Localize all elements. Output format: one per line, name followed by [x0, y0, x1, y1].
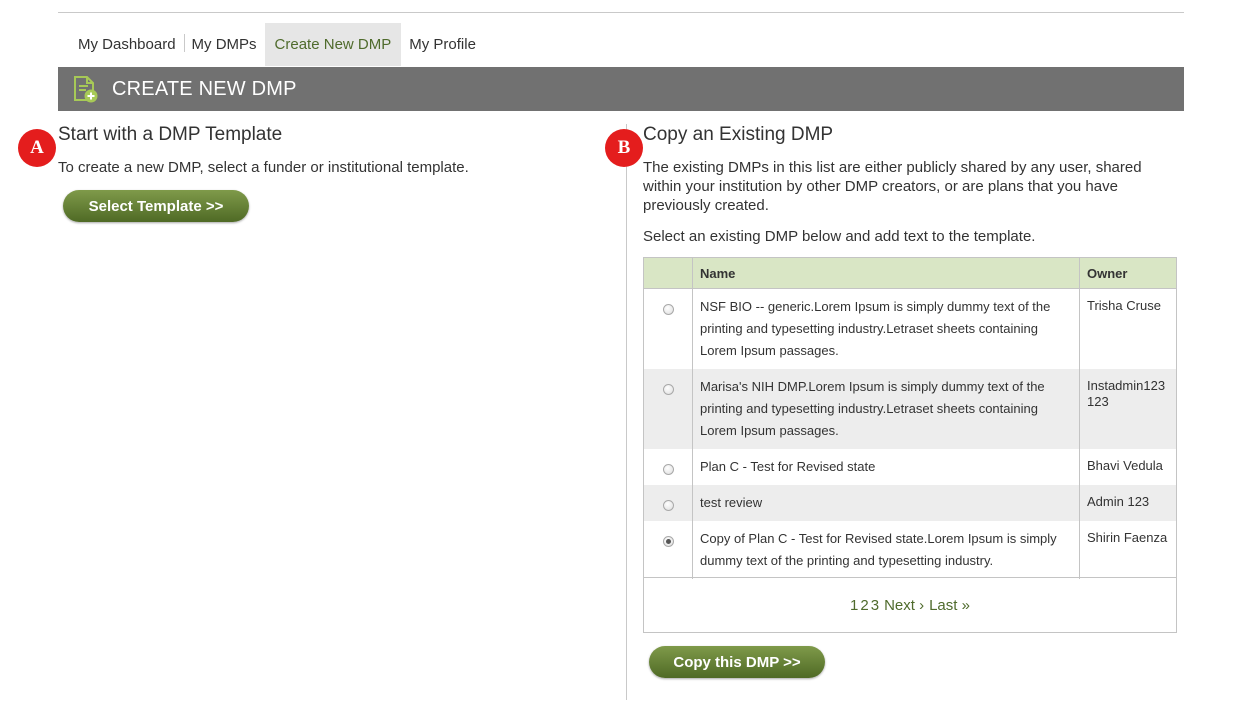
dmp-owner-cell: Trisha Cruse [1079, 288, 1177, 369]
nav-my-dashboard[interactable]: My Dashboard [58, 23, 184, 66]
dmp-name-cell: NSF BIO -- generic.Lorem Ipsum is simply… [692, 288, 1080, 369]
callout-badge-a: A [18, 129, 56, 167]
dmp-name-cell: test review [692, 485, 1080, 521]
page-header-bar: CREATE NEW DMP [58, 67, 1184, 111]
dmp-name-cell: Copy of Plan C - Test for Revised state.… [692, 521, 1080, 579]
row-select-cell [643, 521, 693, 579]
row-radio-button[interactable] [662, 304, 674, 315]
row-select-cell [643, 288, 693, 369]
dmp-name-cell: Plan C - Test for Revised state [692, 449, 1080, 485]
dmp-owner-cell: Shirin Faenza [1079, 521, 1177, 579]
page-link-2[interactable]: 2 [860, 597, 868, 614]
row-radio-button[interactable] [662, 500, 674, 511]
nav-my-profile[interactable]: My Profile [401, 23, 484, 66]
table-row[interactable]: Marisa's NIH DMP.Lorem Ipsum is simply d… [643, 369, 1177, 449]
row-select-cell [643, 369, 693, 449]
name-column-header: Name [692, 257, 1080, 289]
row-select-cell [643, 449, 693, 485]
nav-my-dmps[interactable]: My DMPs [183, 23, 265, 66]
page-title: CREATE NEW DMP [112, 77, 297, 100]
select-template-button[interactable]: Select Template >> [63, 190, 249, 222]
page-link-3[interactable]: 3 [871, 597, 879, 614]
table-header-row: Name Owner [643, 257, 1177, 289]
copy-section-description: The existing DMPs in this list are eithe… [643, 159, 1142, 214]
table-row[interactable]: test review Admin 123 [643, 485, 1177, 521]
pagination: 1 2 3 Next › Last » [643, 577, 1177, 633]
next-page-link[interactable]: Next › [884, 597, 924, 614]
dmp-name-cell: Marisa's NIH DMP.Lorem Ipsum is simply d… [692, 369, 1080, 449]
row-radio-button[interactable] [662, 464, 674, 475]
column-divider [626, 124, 627, 700]
nav-create-new-dmp[interactable]: Create New DMP [264, 23, 402, 66]
template-section-title: Start with a DMP Template [58, 124, 283, 145]
existing-dmp-table: Name Owner NSF BIO -- generic.Lorem Ipsu… [643, 257, 1177, 579]
select-column-header [643, 257, 693, 289]
row-radio-button[interactable] [662, 384, 674, 395]
dmp-owner-cell: Bhavi Vedula [1079, 449, 1177, 485]
copy-section-title: Copy an Existing DMP [643, 124, 834, 145]
dmp-owner-cell: Admin 123 [1079, 485, 1177, 521]
template-section-description: To create a new DMP, select a funder or … [58, 159, 469, 176]
callout-badge-b: B [605, 129, 643, 167]
top-divider [58, 12, 1184, 13]
page-link-1[interactable]: 1 [850, 597, 858, 614]
document-add-icon [74, 76, 98, 103]
copy-section-instruction: Select an existing DMP below and add tex… [643, 228, 1036, 245]
main-nav: My Dashboard My DMPs Create New DMP My P… [58, 23, 484, 66]
last-page-link[interactable]: Last » [929, 597, 970, 614]
table-row[interactable]: NSF BIO -- generic.Lorem Ipsum is simply… [643, 288, 1177, 369]
table-row[interactable]: Copy of Plan C - Test for Revised state.… [643, 521, 1177, 579]
owner-column-header: Owner [1079, 257, 1177, 289]
dmp-owner-cell: Instadmin123 123 [1079, 369, 1177, 449]
row-radio-button-selected[interactable] [662, 536, 674, 547]
copy-this-dmp-button[interactable]: Copy this DMP >> [649, 646, 825, 678]
row-select-cell [643, 485, 693, 521]
table-row[interactable]: Plan C - Test for Revised state Bhavi Ve… [643, 449, 1177, 485]
